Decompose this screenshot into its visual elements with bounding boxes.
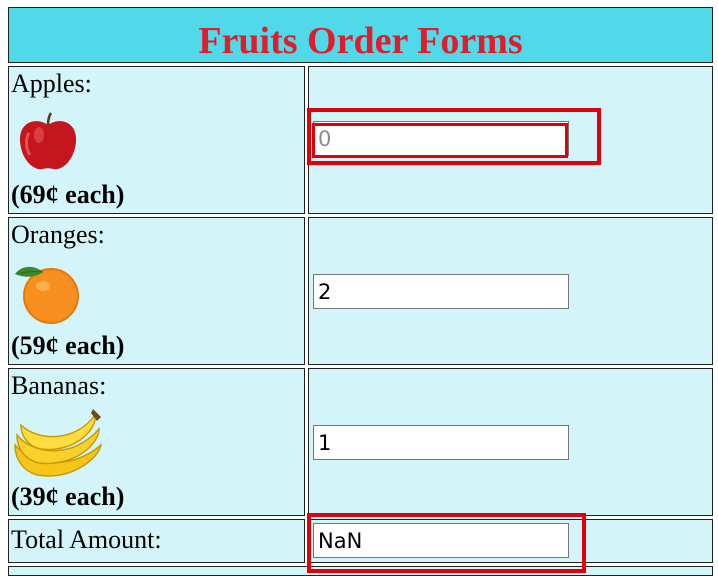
apples-input-cell [308, 66, 713, 214]
oranges-label-cell: Oranges: (59¢ each) [8, 217, 305, 365]
bananas-price: (39¢ each) [11, 482, 125, 511]
bananas-input-cell [308, 368, 713, 516]
apples-price: (69¢ each) [11, 180, 125, 209]
apple-icon [19, 112, 77, 170]
bananas-quantity-input[interactable] [313, 425, 569, 460]
apples-label-cell: Apples: (69¢ each) [8, 66, 305, 214]
bananas-label: Bananas: [11, 371, 107, 400]
orange-icon [15, 266, 79, 324]
order-form-table: Fruits Order Forms Apples: (69¢ each) Or… [3, 2, 716, 576]
total-label: Total Amount: [11, 525, 162, 554]
title-cell: Fruits Order Forms [8, 7, 713, 63]
next-row-cell [8, 566, 713, 576]
page-title: Fruits Order Forms [198, 20, 523, 62]
total-label-cell: Total Amount: [8, 519, 305, 563]
apples-quantity-input[interactable] [313, 121, 569, 156]
oranges-label: Oranges: [11, 220, 105, 249]
bananas-label-cell: Bananas: (39¢ each) [8, 368, 305, 516]
total-amount-field[interactable] [313, 523, 569, 558]
total-input-cell [308, 519, 713, 563]
oranges-input-cell [308, 217, 713, 365]
banana-icon [14, 409, 103, 477]
apples-label: Apples: [11, 69, 92, 98]
oranges-quantity-input[interactable] [313, 274, 569, 309]
oranges-price: (59¢ each) [11, 331, 125, 360]
